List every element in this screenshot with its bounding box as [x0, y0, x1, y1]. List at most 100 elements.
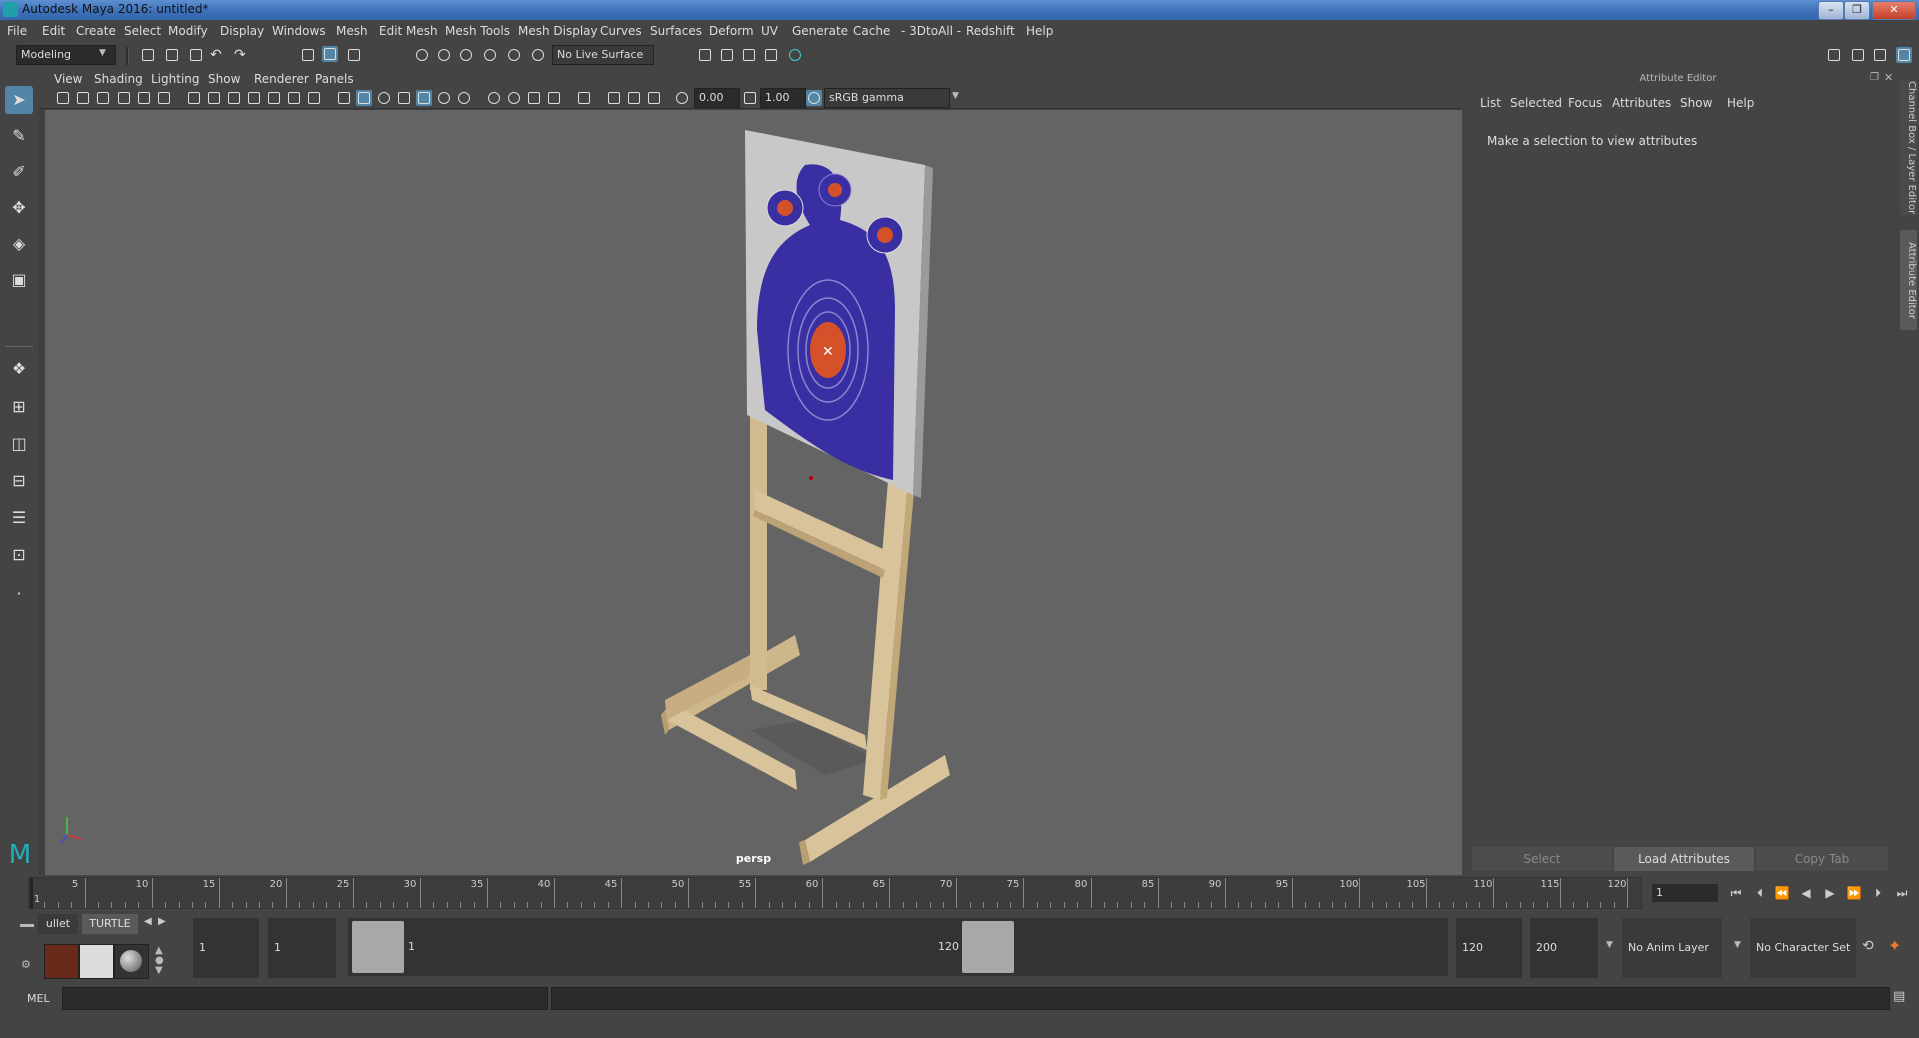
attribute-menu-help[interactable]: Help [1727, 96, 1754, 110]
field-chart-icon[interactable] [266, 90, 282, 106]
character-set-dropdown[interactable]: No Character Set [1750, 918, 1856, 978]
turtle-bake-icon[interactable] [79, 944, 114, 979]
float-panel-icon[interactable]: ❐ [1870, 72, 1879, 83]
playback-end-field[interactable]: 120 [1456, 918, 1522, 978]
current-time-indicator[interactable] [30, 878, 33, 908]
step-back-key-icon[interactable]: ⏪ [1774, 886, 1790, 900]
panel-menu-show[interactable]: Show [208, 72, 240, 86]
tab-attribute-editor[interactable]: Attribute Editor [1900, 230, 1917, 330]
xray-icon[interactable] [606, 90, 622, 106]
render-view-icon[interactable] [719, 47, 735, 63]
select-component-icon[interactable] [346, 47, 362, 63]
panel-menu-lighting[interactable]: Lighting [151, 72, 200, 86]
menu-display[interactable]: Display [220, 24, 264, 38]
xray-active-icon[interactable] [626, 90, 642, 106]
turtle-sphere-icon[interactable] [114, 944, 149, 979]
menu-mesh[interactable]: Mesh [336, 24, 368, 38]
step-forward-frame-icon[interactable]: ⏵ [1870, 886, 1886, 900]
menu-redshift[interactable]: Redshift [966, 24, 1015, 38]
exposure-field[interactable]: 0.00 [694, 88, 740, 108]
attribute-menu-list[interactable]: List [1480, 96, 1501, 110]
rotate-tool-icon[interactable]: ◈ [5, 230, 33, 258]
perspective-viewport[interactable]: ✕ persp [45, 110, 1462, 875]
start-time-field[interactable]: 1 [193, 918, 259, 978]
exposure-icon[interactable] [674, 90, 690, 106]
attribute-menu-selected[interactable]: Selected [1510, 96, 1562, 110]
menu-create[interactable]: Create [76, 24, 116, 38]
shelf-tab-bullet[interactable]: ullet [38, 914, 78, 934]
shelf-settings-icon[interactable]: ⚙ [21, 958, 31, 971]
open-scene-icon[interactable] [164, 47, 180, 63]
minimize-button[interactable]: – [1818, 1, 1844, 20]
toggle-attribute-editor-icon[interactable] [1896, 47, 1912, 63]
load-attributes-button[interactable]: Load Attributes [1614, 847, 1754, 871]
menu-uv[interactable]: UV [761, 24, 778, 38]
bookmark-icon[interactable] [95, 90, 111, 106]
four-view-layout-icon[interactable]: ⊞ [5, 393, 33, 421]
resolution-gate-icon[interactable] [226, 90, 242, 106]
grid-icon[interactable] [186, 90, 202, 106]
range-handle-start[interactable] [352, 921, 404, 973]
anim-layer-dropdown[interactable]: No Anim Layer [1622, 918, 1722, 978]
mel-label[interactable]: MEL [27, 992, 50, 1005]
panel-menu-shading[interactable]: Shading [94, 72, 143, 86]
safe-title-icon[interactable] [306, 90, 322, 106]
range-handle-end[interactable] [962, 921, 1014, 973]
gate-mask-icon[interactable] [246, 90, 262, 106]
wireframe-on-shaded-icon[interactable] [396, 90, 412, 106]
snap-surface-icon[interactable] [506, 47, 522, 63]
two-view-layout-icon[interactable]: ◫ [5, 430, 33, 458]
shelf-arrows-icon[interactable]: ▲ ● ▼ [155, 946, 164, 976]
live-surface-field[interactable]: No Live Surface [552, 45, 654, 65]
snap-view-icon[interactable] [482, 47, 498, 63]
play-backwards-icon[interactable]: ◀ [1798, 886, 1814, 900]
step-forward-key-icon[interactable]: ⏩ [1846, 886, 1862, 900]
shelf-scroll-right-icon[interactable]: ▶ [158, 916, 166, 927]
step-back-frame-icon[interactable]: ⏴ [1752, 886, 1768, 900]
menu-mesh-display[interactable]: Mesh Display [518, 24, 598, 38]
2d-pan-zoom-icon[interactable] [136, 90, 152, 106]
toggle-outliner-icon[interactable] [1872, 47, 1888, 63]
show-manipulator-icon[interactable]: ❖ [5, 355, 33, 383]
menu-generate[interactable]: Generate [792, 24, 848, 38]
panel-menu-panels[interactable]: Panels [315, 72, 354, 86]
screen-space-ao-icon[interactable] [486, 90, 502, 106]
multisample-aa-icon[interactable] [526, 90, 542, 106]
panel-menu-renderer[interactable]: Renderer [254, 72, 309, 86]
select-tool-icon[interactable]: ➤ [5, 86, 33, 114]
camera-select-icon[interactable] [55, 90, 71, 106]
menu-help[interactable]: Help [1026, 24, 1053, 38]
menu-cache[interactable]: Cache [853, 24, 890, 38]
gamma-field[interactable]: 1.00 [760, 88, 806, 108]
smooth-shade-icon[interactable] [356, 90, 372, 106]
use-all-lights-icon[interactable] [436, 90, 452, 106]
undo-icon[interactable]: ↶ [210, 47, 226, 63]
render-current-icon[interactable] [741, 47, 757, 63]
graph-layout-icon[interactable]: ⊟ [5, 467, 33, 495]
copy-tab-button[interactable]: Copy Tab [1756, 847, 1888, 871]
collapse-shelf-icon[interactable] [20, 924, 34, 927]
menu-3dtoall[interactable]: - 3DtoAll - [901, 24, 961, 38]
range-bar[interactable]: 1 120 [348, 918, 1448, 976]
command-input[interactable] [62, 987, 548, 1010]
xray-joints-icon[interactable] [646, 90, 662, 106]
time-ruler[interactable]: 1 5 10 15 20 25 30 35 40 45 50 55 60 65 70 75 80 85 90 95 10… [28, 877, 1642, 909]
select-button[interactable]: Select [1472, 847, 1612, 871]
move-tool-icon[interactable]: ✥ [5, 194, 33, 222]
close-button[interactable]: ✕ [1872, 1, 1916, 20]
depth-of-field-icon[interactable] [546, 90, 562, 106]
animation-preferences-icon[interactable]: ✦ [1888, 936, 1901, 955]
go-to-end-icon[interactable]: ⏭ [1894, 886, 1910, 900]
view-transform-dropdown[interactable]: sRGB gamma [824, 88, 950, 108]
menu-curves[interactable]: Curves [600, 24, 642, 38]
lasso-tool-icon[interactable]: ✎ [5, 122, 33, 150]
snap-grid-icon[interactable] [414, 47, 430, 63]
gamma-icon[interactable] [742, 90, 758, 106]
new-scene-icon[interactable] [140, 47, 156, 63]
save-scene-icon[interactable] [188, 47, 204, 63]
attribute-menu-attributes[interactable]: Attributes [1612, 96, 1671, 110]
menu-file[interactable]: File [7, 24, 27, 38]
attribute-menu-focus[interactable]: Focus [1568, 96, 1602, 110]
snap-magnet-icon[interactable] [530, 47, 546, 63]
menu-modify[interactable]: Modify [168, 24, 208, 38]
